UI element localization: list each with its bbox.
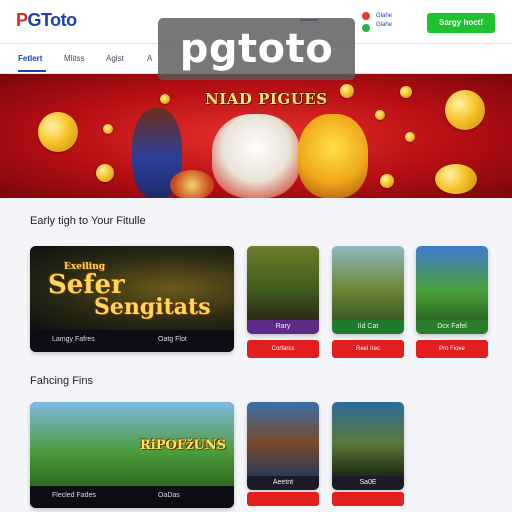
featured-game-card-2[interactable]: RiPOFžUNS Flecled Fades OaDas: [30, 402, 234, 508]
nav-item-featured[interactable]: Fetlert: [18, 54, 42, 63]
game-card-5-button[interactable]: [332, 492, 404, 506]
coin-icon: [38, 112, 78, 152]
featured-game-2-title: RiPOFžUNS: [140, 438, 227, 453]
user-status[interactable]: Glahe Glahe: [362, 10, 422, 34]
game-card-art: [332, 402, 404, 476]
game-card-1[interactable]: Rary: [247, 246, 319, 334]
featured-game-bar: Flecled Fades OaDas: [30, 486, 234, 508]
coin-icon: [380, 174, 394, 188]
logo-p: P: [16, 10, 28, 30]
coin-icon: [400, 86, 412, 98]
game-card-3[interactable]: Dcx Fafel: [416, 246, 488, 334]
coin-icon: [340, 84, 354, 98]
user-line-1: Glahe: [376, 13, 393, 19]
signin-button[interactable]: Sargy hoctf: [427, 13, 495, 33]
pizza-icon: [170, 170, 214, 198]
banner-title: NIAD PIGUES: [205, 90, 328, 108]
character-chef: [212, 114, 300, 198]
nav-active-indicator: [18, 70, 46, 72]
site-logo[interactable]: PGToto: [16, 10, 77, 31]
game-card-2[interactable]: Iíd Cat: [332, 246, 404, 334]
coin-icon: [445, 90, 485, 130]
character-dragon: [298, 114, 368, 198]
user-status-text: Glahe Glahe: [376, 12, 392, 30]
coin-icon: [435, 164, 477, 194]
game-card-4[interactable]: Aeetnt: [247, 402, 319, 490]
game-card-label: Sa0E: [332, 476, 404, 490]
featured-left-label[interactable]: Lamgy Fafres: [52, 336, 95, 343]
notification-icon: [362, 12, 370, 20]
online-icon: [362, 24, 370, 32]
game-card-4-button[interactable]: [247, 492, 319, 506]
game-card-2-button[interactable]: Reel Irec: [332, 340, 404, 358]
nav-item-4[interactable]: A: [147, 54, 152, 63]
game-card-1-button[interactable]: Corfarcs: [247, 340, 319, 358]
featured-game-card[interactable]: Exeiling Sefer Sengitats Lamgy Fafres Oa…: [30, 246, 234, 352]
logo-text: GToto: [27, 10, 78, 30]
game-card-label: Rary: [247, 320, 319, 334]
section-title-fahcing: Fahcing Fins: [30, 375, 93, 387]
section-title-early: Early tigh to Your Fitulle: [30, 215, 146, 227]
hero-banner[interactable]: NIAD PIGUES: [0, 74, 512, 198]
featured-right-label[interactable]: Oatg Flot: [158, 336, 187, 343]
game-card-label: Aeetnt: [247, 476, 319, 490]
featured-2-left-label[interactable]: Flecled Fades: [52, 492, 96, 499]
game-card-3-button[interactable]: Pro Fiove: [416, 340, 488, 358]
user-line-2: Glahe: [376, 22, 393, 28]
game-card-label: Iíd Cat: [332, 320, 404, 334]
watermark-overlay: pgtoto: [158, 18, 355, 80]
coin-icon: [96, 164, 114, 182]
game-card-art: [416, 246, 488, 320]
coin-icon: [375, 110, 385, 120]
coin-icon: [160, 94, 170, 104]
nav-item-3[interactable]: Aglst: [106, 54, 124, 63]
nav-item-2[interactable]: Mlitss: [64, 54, 84, 63]
game-card-label: Dcx Fafel: [416, 320, 488, 334]
game-card-art: [247, 246, 319, 320]
coin-icon: [405, 132, 415, 142]
coin-icon: [103, 124, 113, 134]
game-card-5[interactable]: Sa0E: [332, 402, 404, 490]
game-card-art: [247, 402, 319, 476]
featured-game-title-2: Sengitats: [94, 294, 211, 320]
featured-2-right-label[interactable]: OaDas: [158, 492, 180, 499]
featured-game-bar: Lamgy Fafres Oatg Flot: [30, 330, 234, 352]
game-card-art: [332, 246, 404, 320]
